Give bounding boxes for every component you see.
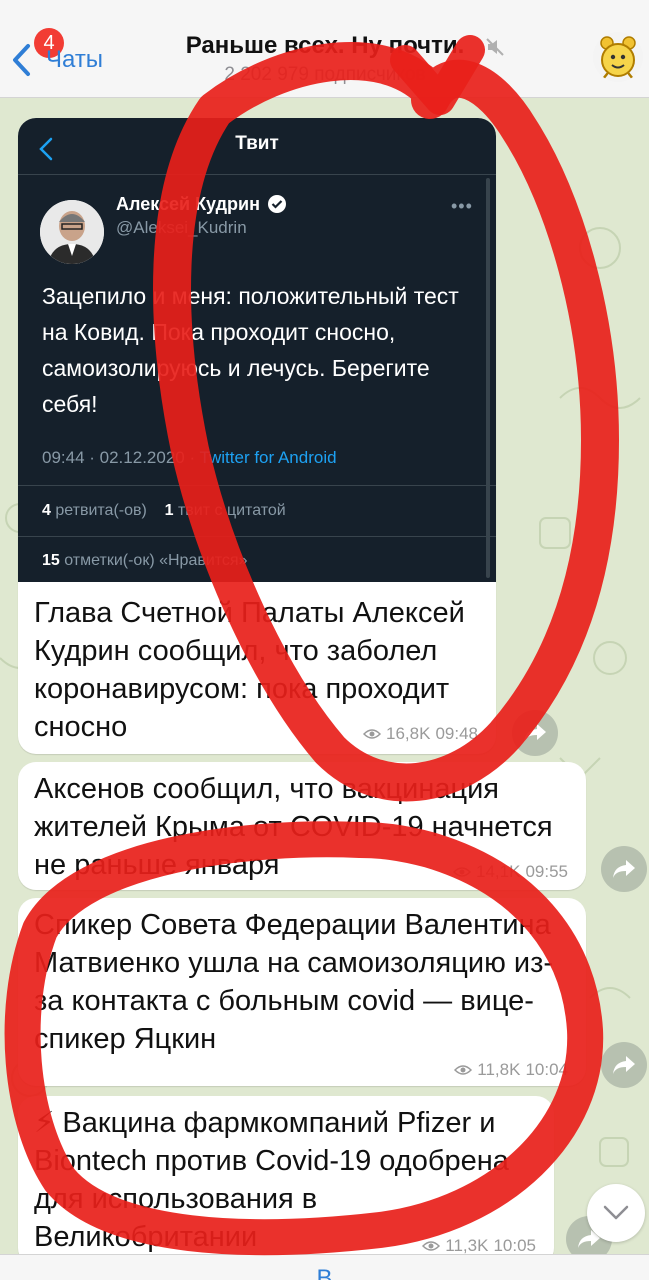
message-text: ⚡ Вакцина фармкомпаний Pfizer и Biontech…	[34, 1107, 509, 1253]
message-meta: 14,1K 09:55	[453, 862, 568, 882]
retweets-label: ретвита(-ов)	[55, 502, 147, 519]
divider	[18, 485, 496, 486]
back-button[interactable]: 4 Чаты	[10, 28, 120, 80]
share-arrow-icon	[613, 860, 635, 878]
views-eye-icon	[363, 729, 382, 739]
tweet-source: Twitter for Android	[199, 448, 337, 467]
tweet-like-stats: 15 отметки(-ок) «Нравится»	[42, 552, 247, 570]
views-count: 11,8K	[477, 1060, 521, 1079]
tweet-screen-title: Твит	[235, 133, 279, 154]
tweet-time: 09:44 · 02.12.2020 ·	[42, 448, 196, 467]
views-eye-icon	[454, 1065, 473, 1075]
message-meta: 16,8K 09:48	[363, 724, 478, 744]
message-list[interactable]: Твит Алексей Кудрин @Aleksei_Kudrin •••	[0, 98, 649, 1280]
share-button[interactable]	[601, 1042, 647, 1088]
alarm-clock-icon	[600, 36, 636, 81]
chevron-left-icon	[13, 44, 30, 76]
views-count: 16,8K	[386, 724, 431, 743]
likes-label: отметки(-ок) «Нравится»	[64, 552, 248, 569]
tweet-author-name: Алексей Кудрин	[116, 194, 260, 214]
tweet-text: Зацепило и меня: положительный тест на К…	[42, 283, 459, 417]
retweets-count: 4	[42, 502, 51, 519]
bottom-action-bar[interactable]: В	[0, 1254, 649, 1280]
scroll-to-bottom-button[interactable]	[587, 1184, 645, 1242]
views-eye-icon	[453, 867, 472, 877]
message-time: 09:55	[525, 862, 568, 881]
message-bubble[interactable]: Аксенов сообщил, что вакцинация жителей …	[18, 762, 586, 890]
message-bubble[interactable]: ⚡ Вакцина фармкомпаний Pfizer и Biontech…	[18, 1096, 554, 1266]
views-count: 14,1K	[476, 862, 521, 881]
message-meta: 11,3K 10:05	[422, 1236, 536, 1256]
share-button[interactable]	[512, 710, 558, 756]
message-time: 10:04	[525, 1060, 568, 1079]
tweet-timestamp: 09:44 · 02.12.2020 · Twitter for Android	[42, 448, 337, 468]
message-meta: 11,8K 10:04	[454, 1060, 568, 1080]
channel-avatar[interactable]	[593, 32, 643, 82]
message-bubble[interactable]: Твит Алексей Кудрин @Aleksei_Kudrin •••	[18, 118, 496, 754]
chat-header: 4 Чаты Раньше всех. Ну почти. 2 202 979 …	[0, 0, 649, 98]
message-time: 10:05	[493, 1236, 536, 1255]
share-arrow-icon	[613, 1056, 635, 1074]
likes-count: 15	[42, 552, 60, 569]
views-count: 11,3K	[445, 1236, 489, 1255]
share-arrow-icon	[524, 724, 546, 742]
divider	[18, 174, 496, 175]
more-icon: •••	[451, 196, 473, 216]
tweet-author-avatar	[40, 200, 104, 264]
message-bubble[interactable]: Спикер Совета Федерации Валентина Матвие…	[18, 898, 586, 1086]
message-time: 09:48	[435, 724, 478, 743]
tweet-scrollbar	[486, 178, 490, 578]
quotes-count: 1	[164, 502, 174, 519]
back-label: Чаты	[46, 46, 104, 73]
chat-title[interactable]: Раньше всех. Ну почти.	[130, 32, 520, 60]
subscriber-count: 2 202 979 подписчиков	[224, 64, 426, 85]
tweet-author-handle: @Aleksei_Kudrin	[116, 218, 247, 237]
tweet-screenshot: Твит Алексей Кудрин @Aleksei_Kudrin •••	[18, 118, 496, 582]
quotes-label: твит с цитатой	[177, 502, 286, 519]
divider	[18, 536, 496, 537]
views-eye-icon	[422, 1241, 441, 1251]
verified-badge-icon	[268, 195, 286, 213]
share-button[interactable]	[601, 846, 647, 892]
tweet-retweet-stats: 4 ретвита(-ов) 1 твит с цитатой	[42, 502, 286, 520]
muted-icon	[486, 38, 504, 56]
chevron-down-icon	[603, 1205, 629, 1220]
message-text: Спикер Совета Федерации Валентина Матвие…	[34, 909, 554, 1055]
bottom-bar-label: В	[316, 1265, 333, 1280]
